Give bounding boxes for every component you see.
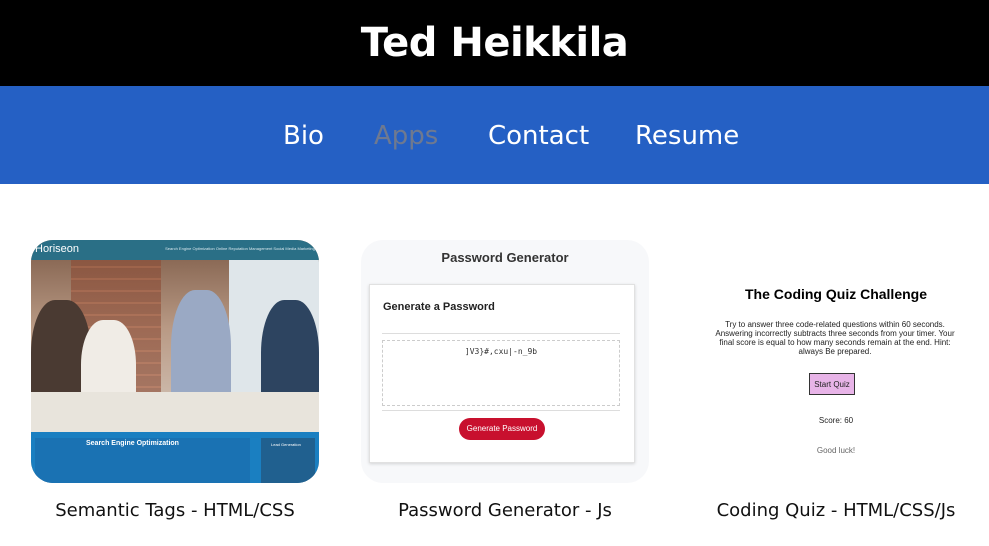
password-value: ]V3}#,cxu|-n_9b	[464, 347, 538, 356]
main-nav: Bio Apps Contact Resume	[0, 86, 989, 184]
site-title: Ted Heikkila	[360, 20, 629, 66]
nav-link-resume[interactable]: Resume	[635, 121, 739, 151]
preview-navbar: Horiseon Search Engine Optimization Onli…	[31, 240, 319, 260]
project-caption[interactable]: Password Generator - Js	[355, 500, 655, 521]
preview-logo: Horiseon	[35, 243, 80, 255]
project-caption[interactable]: Semantic Tags - HTML/CSS	[25, 500, 325, 521]
site-header: Ted Heikkila	[0, 0, 989, 86]
project-card-coding-quiz[interactable]: The Coding Quiz Challenge Try to answer …	[692, 240, 980, 483]
preview-description: Try to answer three code-related questio…	[715, 320, 955, 356]
preview-title: Password Generator	[441, 250, 569, 265]
preview-panel: Generate a Password ]V3}#,cxu|-n_9b Gene…	[369, 284, 635, 463]
preview-hero-image	[31, 260, 319, 432]
preview-title: The Coding Quiz Challenge	[745, 286, 927, 302]
divider	[382, 410, 620, 411]
panel-title: Generate a Password	[383, 301, 495, 313]
score-text: Score: 60	[818, 416, 854, 425]
generate-password-button: Generate Password	[459, 418, 545, 440]
nav-link-apps[interactable]: Apps	[374, 121, 438, 151]
preview-nav-links: Search Engine Optimization Online Reputa…	[165, 246, 315, 251]
project-card-semantic-tags[interactable]: Horiseon Search Engine Optimization Onli…	[31, 240, 319, 483]
nav-link-bio[interactable]: Bio	[283, 121, 324, 151]
banner-side: Lead Generation	[261, 438, 315, 483]
good-luck-text: Good luck!	[816, 446, 856, 455]
side-title: Lead Generation	[271, 442, 301, 447]
project-caption[interactable]: Coding Quiz - HTML/CSS/Js	[686, 500, 986, 521]
preview-banner: Search Engine Optimization Lead Generati…	[31, 432, 319, 483]
divider	[382, 333, 620, 334]
project-card-password-generator[interactable]: Password Generator Generate a Password ]…	[361, 240, 649, 483]
start-quiz-button: Start Quiz	[809, 373, 855, 395]
desk	[31, 392, 319, 432]
password-textarea: ]V3}#,cxu|-n_9b	[382, 340, 620, 406]
banner-title: Search Engine Optimization	[86, 440, 179, 447]
nav-link-contact[interactable]: Contact	[488, 121, 589, 151]
